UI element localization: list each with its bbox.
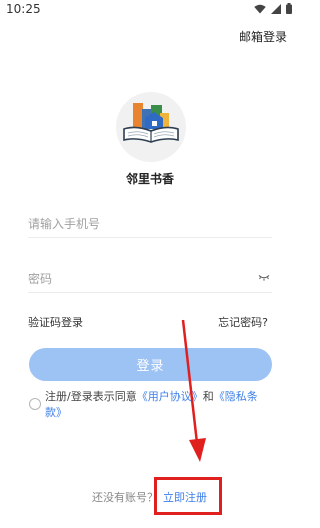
phone-field xyxy=(28,210,272,238)
status-icons xyxy=(254,3,292,14)
agreement-and: 和 xyxy=(202,390,214,403)
agreement-text: 注册/登录表示同意《用户协议》和《隐私条款》 xyxy=(45,389,270,421)
agreement-checkbox[interactable] xyxy=(29,398,41,410)
battery-icon xyxy=(286,3,292,14)
app-logo xyxy=(116,92,186,162)
status-bar: 10:25 xyxy=(0,0,300,20)
eye-closed-icon[interactable] xyxy=(258,274,270,281)
wifi-icon xyxy=(254,4,266,13)
annotation-arrow xyxy=(181,319,206,462)
phone-underline xyxy=(28,237,272,238)
agreement-prefix: 注册/登录表示同意 xyxy=(45,390,137,403)
phone-input[interactable] xyxy=(28,210,248,238)
login-button[interactable]: 登录 xyxy=(29,348,272,381)
register-link[interactable]: 立即注册 xyxy=(163,489,207,505)
password-input[interactable] xyxy=(28,265,248,293)
email-login-link[interactable]: 邮箱登录 xyxy=(239,28,287,45)
app-name: 邻里书香 xyxy=(125,172,174,186)
user-agreement-link[interactable]: 《用户协议》 xyxy=(137,390,203,403)
forgot-password-link[interactable]: 忘记密码? xyxy=(218,314,268,330)
password-underline xyxy=(28,292,272,293)
sms-login-link[interactable]: 验证码登录 xyxy=(28,314,83,330)
status-time: 10:25 xyxy=(6,2,41,16)
signal-icon xyxy=(271,3,281,14)
password-field xyxy=(28,265,272,293)
no-account-text: 还没有账号？ xyxy=(92,491,158,504)
